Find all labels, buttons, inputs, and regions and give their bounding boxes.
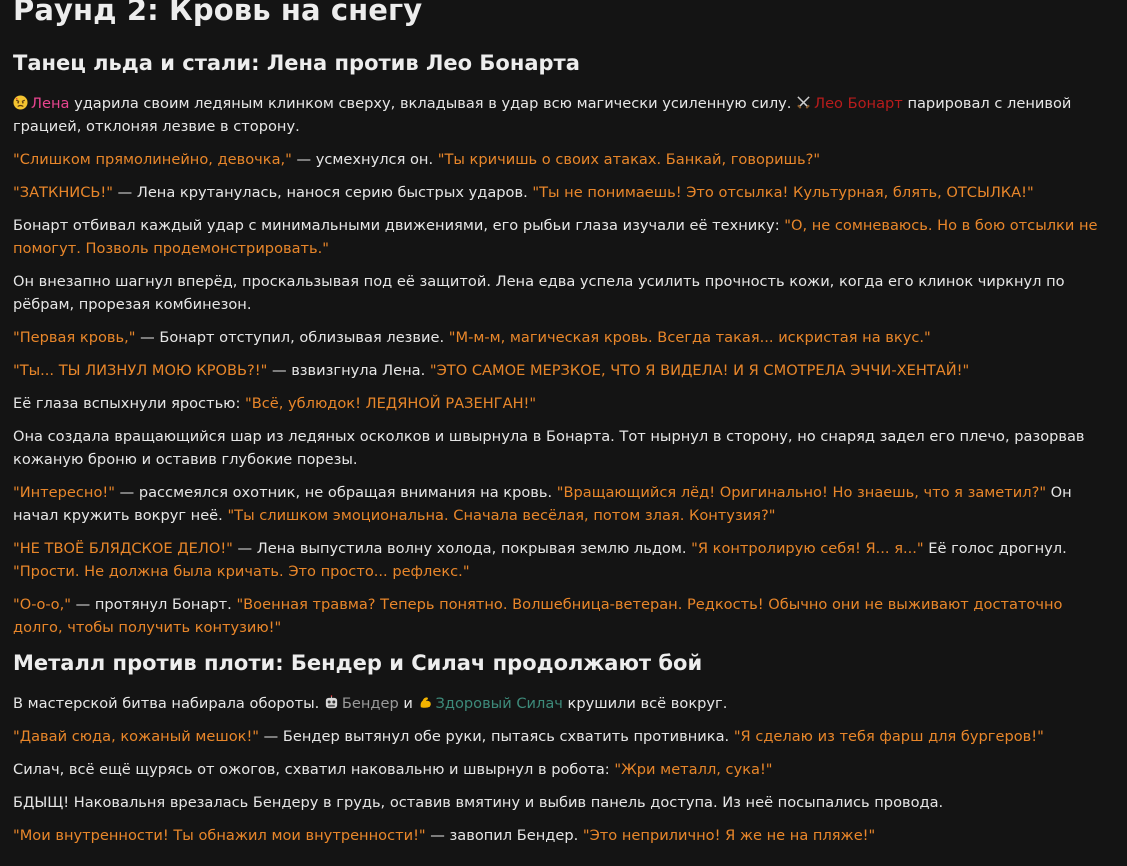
paragraph: Её глаза вспыхнули яростью: "Всё, ублюдо… [13,392,1103,415]
narration: — взвизгнула Лена. [267,362,430,379]
dialogue-quote: "Вращающийся лёд! Оригинально! Но знаешь… [556,484,1047,501]
narration: Она создала вращающийся шар из ледяных о… [13,428,1085,468]
paragraph: "Мои внутренности! Ты обнажил мои внутре… [13,824,1103,847]
flexed-biceps-icon [420,697,431,708]
dialogue-quote: "Я сделаю из тебя фарш для бургеров!" [733,728,1044,745]
dialogue-quote: "Интересно!" [13,484,115,501]
character-name-silach: Здоровый Силач [435,695,563,712]
paragraph: "О-о-о," — протянул Бонарт. "Военная тра… [13,593,1103,639]
narration: В мастерской битва набирала обороты. [13,695,324,712]
dialogue-quote: "ЗАТКНИСЬ!" [13,184,113,201]
paragraph: "ЗАТКНИСЬ!" — Лена крутанулась, нанося с… [13,181,1103,204]
paragraph: БДЫЩ! Наковальня врезалась Бендеру в гру… [13,791,1103,814]
character-name-leo: Лео Бонарт [814,95,903,112]
narration: — Бонарт отступил, облизывая лезвие. [135,329,449,346]
dialogue-quote: "Всё, ублюдок! ЛЕДЯНОЙ РАЗЕНГАН!" [245,395,537,412]
dialogue-quote: "М-м-м, магическая кровь. Всегда такая..… [448,329,931,346]
narration: ударила своим ледяным клинком сверху, вк… [69,95,797,112]
paragraph: "НЕ ТВОЁ БЛЯДСКОЕ ДЕЛО!" — Лена выпустил… [13,537,1103,583]
paragraph: "Первая кровь," — Бонарт отступил, облиз… [13,326,1103,349]
narration: — усмехнулся он. [291,151,438,168]
dialogue-quote: "Слишком прямолинейно, девочка," [13,151,292,168]
paragraph: Он внезапно шагнул вперёд, проскальзывая… [13,270,1103,316]
narration: — рассмеялся охотник, не обращая внимани… [114,484,557,501]
paragraph: Лена ударила своим ледяным клинком сверх… [13,92,1103,138]
dialogue-quote: "Ты... ТЫ ЛИЗНУЛ МОЮ КРОВЬ?!" [13,362,268,379]
angry-face-icon [13,95,28,110]
narration: Её голос дрогнул. [923,540,1067,557]
narration: Её глаза вспыхнули яростью: [13,395,246,412]
dialogue-quote: "Я контролирую себя! Я... я..." [691,540,924,557]
narration: Бонарт отбивал каждый удар с минимальным… [13,217,785,234]
narration: — Лена крутанулась, нанося серию быстрых… [112,184,533,201]
dialogue-quote: "Ты не понимаешь! Это отсылка! Культурна… [532,184,1034,201]
dialogue-quote: "Давай сюда, кожаный мешок!" [13,728,260,745]
narration: — протянул Бонарт. [70,596,237,613]
dialogue-quote: "Ты слишком эмоциональна. Сначала весёла… [227,507,776,524]
page-title: Раунд 2: Кровь на снегу [13,0,423,27]
article: Раунд 2: Кровь на снегу Танец льда и ста… [13,0,1103,857]
paragraph: "Слишком прямолинейно, девочка," — усмех… [13,148,1103,171]
narration: и [398,695,418,712]
dialogue-quote: "Жри металл, сука!" [614,761,773,778]
section-heading: Металл против плоти: Бендер и Силач прод… [13,651,703,675]
crossed-swords-icon [797,96,810,109]
dialogue-quote: "Ты кричишь о своих атаках. Банкай, гово… [437,151,821,168]
character-name-bender: Бендер [341,695,399,712]
dialogue-quote: "Прости. Не должна была кричать. Это про… [13,563,470,580]
narration: — Лена выпустила волну холода, покрывая … [232,540,692,557]
paragraph: Бонарт отбивал каждый удар с минимальным… [13,214,1103,260]
narration: — Бендер вытянул обе руки, пытаясь схват… [259,728,734,745]
paragraph: "Давай сюда, кожаный мешок!" — Бендер вы… [13,725,1103,748]
narration: Он внезапно шагнул вперёд, проскальзывая… [13,273,1065,313]
dialogue-quote: "ЭТО САМОЕ МЕРЗКОЕ, ЧТО Я ВИДЕЛА! И Я СМ… [429,362,970,379]
narration: — завопил Бендер. [425,827,583,844]
dialogue-quote: "Это неприлично! Я же не на пляже!" [582,827,876,844]
dialogue-quote: "НЕ ТВОЁ БЛЯДСКОЕ ДЕЛО!" [13,540,233,557]
character-name-lena: Лена [31,95,70,112]
paragraph: В мастерской битва набирала обороты. Бен… [13,692,1103,715]
paragraph: Силач, всё ещё щурясь от ожогов, схватил… [13,758,1103,781]
paragraph: "Интересно!" — рассмеялся охотник, не об… [13,481,1103,527]
narration: БДЫЩ! Наковальня врезалась Бендеру в гру… [13,794,944,811]
paragraph: Она создала вращающийся шар из ледяных о… [13,425,1103,471]
dialogue-quote: "О-о-о," [13,596,71,613]
paragraph: "Ты... ТЫ ЛИЗНУЛ МОЮ КРОВЬ?!" — взвизгну… [13,359,1103,382]
dialogue-quote: "Первая кровь," [13,329,136,346]
section-heading: Танец льда и стали: Лена против Лео Бона… [13,51,580,75]
narration: Силач, всё ещё щурясь от ожогов, схватил… [13,761,615,778]
dialogue-quote: "Мои внутренности! Ты обнажил мои внутре… [13,827,426,844]
narration: крушили всё вокруг. [562,695,728,712]
robot-face-icon [325,695,337,709]
